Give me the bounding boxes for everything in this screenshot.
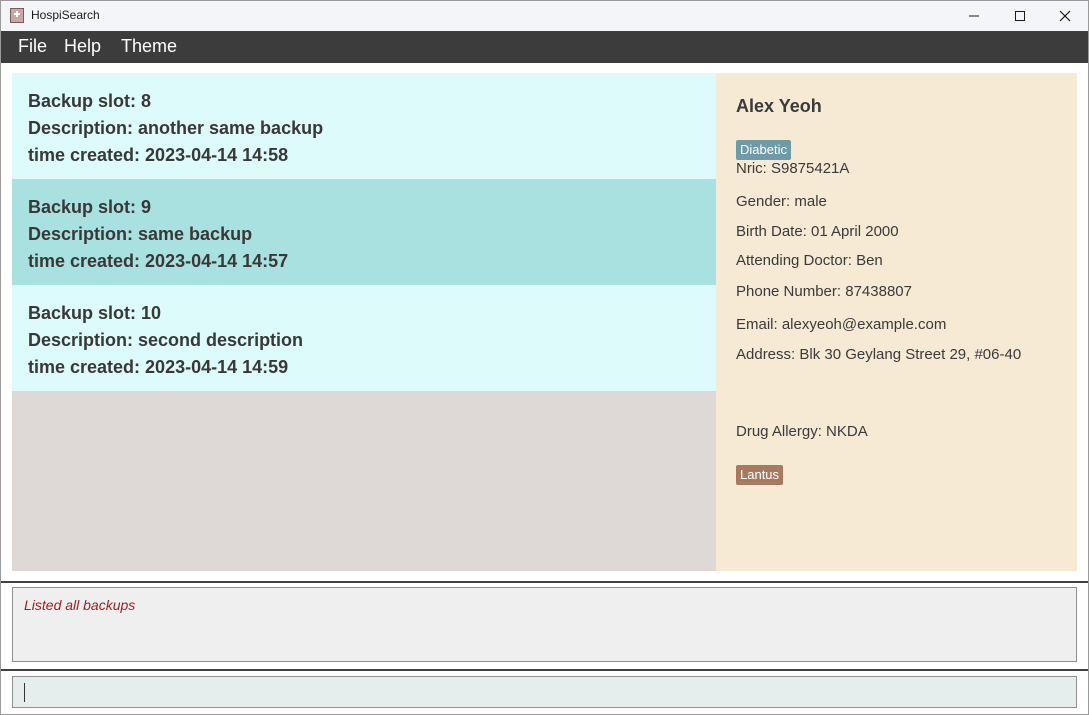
patient-gender: Gender: male xyxy=(736,193,827,210)
minimize-button[interactable] xyxy=(951,1,997,31)
patient-attending-doctor: Attending Doctor: Ben xyxy=(736,252,883,269)
patient-phone: Phone Number: 87438807 xyxy=(736,283,912,300)
backup-description: Description: same backup xyxy=(28,224,253,244)
backup-time: time created: 2023-04-14 14:58 xyxy=(28,145,289,165)
title-bar[interactable]: HospiSearch xyxy=(1,1,1088,31)
condition-tag: Diabetic xyxy=(736,140,791,160)
patient-drug-allergy: Drug Allergy: NKDA xyxy=(736,423,868,440)
app-logo-icon xyxy=(10,8,24,23)
backup-slot: Backup slot: 9 xyxy=(28,197,152,217)
patient-name: Alex Yeoh xyxy=(736,96,822,116)
app-window: HospiSearch File Help Theme Backup slot:… xyxy=(0,0,1089,715)
backup-time: time created: 2023-04-14 14:57 xyxy=(28,251,289,271)
maximize-icon xyxy=(1015,11,1025,21)
backup-description: Description: second description xyxy=(28,330,304,350)
backup-card-slot-8[interactable]: Backup slot: 8 Description: another same… xyxy=(12,73,716,179)
patient-email: Email: alexyeoh@example.com xyxy=(736,316,947,333)
divider xyxy=(1,581,1088,583)
window-title: HospiSearch xyxy=(31,8,100,22)
text-caret xyxy=(24,683,25,702)
result-message: Listed all backups xyxy=(24,597,136,613)
patient-details-panel: Alex Yeoh Diabetic Nric: S9875421A Gende… xyxy=(716,73,1077,571)
main-panel: Backup slot: 8 Description: another same… xyxy=(1,63,1088,581)
menu-file[interactable]: File xyxy=(18,36,47,57)
medicine-tag: Lantus xyxy=(736,465,784,485)
patient-nric: Nric: S9875421A xyxy=(736,160,850,177)
backup-time: time created: 2023-04-14 14:59 xyxy=(28,357,289,377)
divider xyxy=(1,669,1088,671)
command-input[interactable] xyxy=(12,676,1077,708)
maximize-button[interactable] xyxy=(997,1,1043,31)
close-button[interactable] xyxy=(1042,1,1088,31)
backup-slot: Backup slot: 8 xyxy=(28,91,152,111)
menu-theme[interactable]: Theme xyxy=(121,36,177,57)
backup-slot: Backup slot: 10 xyxy=(28,303,162,323)
backup-list[interactable]: Backup slot: 8 Description: another same… xyxy=(12,73,716,571)
menu-help[interactable]: Help xyxy=(64,36,101,57)
minimize-icon xyxy=(969,15,979,17)
backup-card-slot-10[interactable]: Backup slot: 10 Description: second desc… xyxy=(12,285,716,391)
backup-description: Description: another same backup xyxy=(28,118,324,138)
patient-birth-date: Birth Date: 01 April 2000 xyxy=(736,223,899,240)
backup-card-slot-9[interactable]: Backup slot: 9 Description: same backup … xyxy=(12,179,716,285)
close-icon xyxy=(1059,10,1071,22)
menu-bar: File Help Theme xyxy=(1,31,1088,63)
result-display: Listed all backups xyxy=(12,587,1077,662)
patient-address: Address: Blk 30 Geylang Street 29, #06-4… xyxy=(736,346,1022,363)
